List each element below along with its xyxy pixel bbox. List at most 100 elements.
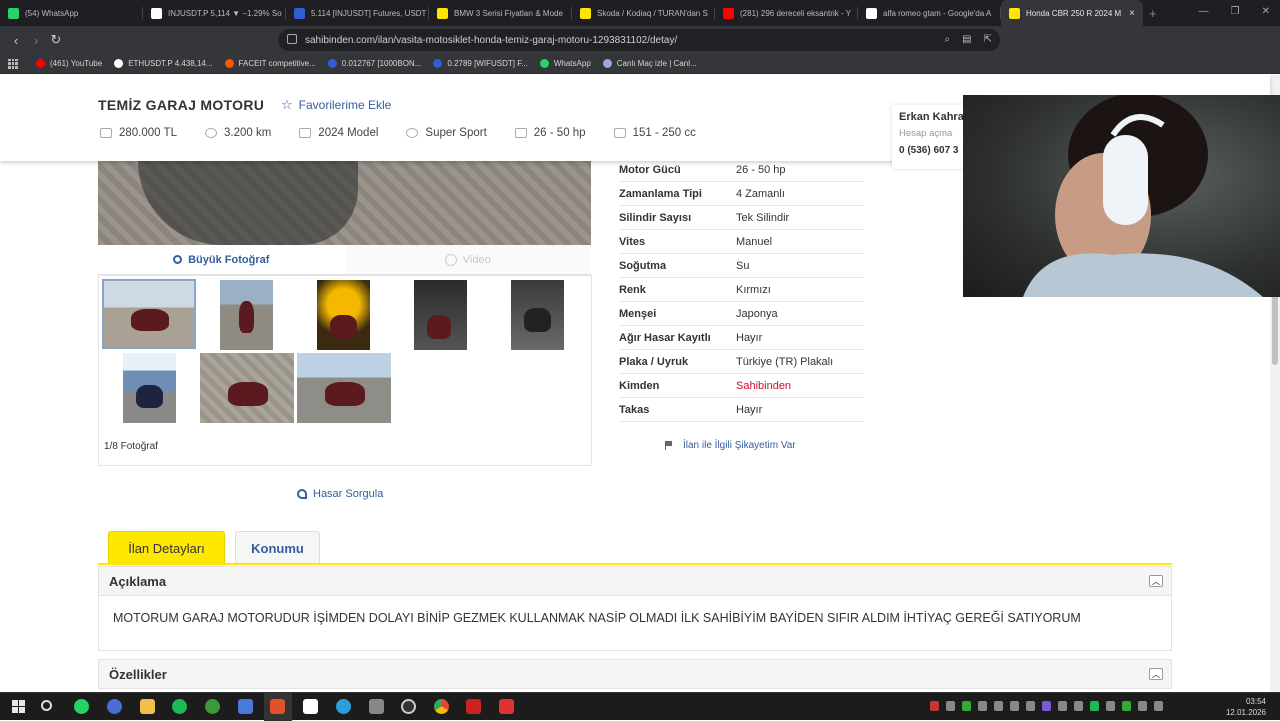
spotify-icon[interactable]	[172, 699, 187, 714]
play-icon	[444, 253, 457, 266]
detail-key: Motor Gücü	[619, 163, 681, 176]
close-window-icon[interactable]: ✕	[1262, 6, 1270, 17]
thumbnail-2[interactable]	[220, 280, 273, 350]
tray-icon[interactable]	[946, 701, 955, 711]
chrome-profile-icon[interactable]	[107, 699, 122, 714]
back-icon[interactable]: ‹	[6, 33, 26, 48]
system-clock[interactable]: 03:54 12.01.2026	[1226, 696, 1266, 718]
thumbnail-8[interactable]	[297, 353, 391, 423]
new-tab-button[interactable]: +	[1149, 6, 1157, 21]
seller-subtitle: Hesap açma	[899, 128, 953, 139]
brave-icon[interactable]	[270, 699, 285, 714]
tab-favicon-icon	[1009, 7, 1020, 19]
tradingview-icon[interactable]	[303, 699, 318, 714]
tray-icon[interactable]	[1026, 701, 1035, 711]
add-favorite-button[interactable]: ☆ Favorilerime Ekle	[281, 97, 391, 113]
main-photo[interactable]	[98, 161, 591, 245]
thumbnail-1[interactable]	[102, 279, 196, 349]
bookmark-item[interactable]: 0.2789 [WIFUSDT] F...	[433, 59, 528, 68]
bookmark-item[interactable]: FACEIT competitive...	[224, 59, 316, 68]
share-icon[interactable]: ⇱	[984, 34, 992, 45]
chrome-icon[interactable]	[434, 699, 449, 714]
tray-icon[interactable]	[1090, 701, 1099, 711]
bookmark-item[interactable]: 0.012767 [1000BON...	[327, 59, 421, 68]
browser-tab[interactable]: INJUSDT.P 5,114 ▼ −1.29% So	[143, 0, 285, 26]
page-content: Büyük Fotoğraf Video 1/8 Fotoğraf Hasar …	[0, 75, 1280, 692]
bookmark-item[interactable]: ETHUSDT.P 4.438,14...	[114, 59, 213, 68]
big-photo-label: Büyük Fotoğraf	[188, 253, 270, 266]
whatsapp-icon[interactable]	[74, 699, 89, 714]
big-photo-button[interactable]: Büyük Fotoğraf	[98, 245, 345, 275]
start-icon[interactable]	[12, 700, 25, 713]
detail-key: Kimden	[619, 379, 660, 392]
tab-listing-details[interactable]: İlan Detayları	[108, 531, 225, 564]
maximize-icon[interactable]: ❐	[1231, 6, 1240, 17]
browser-tab[interactable]: Honda CBR 250 R 2024 M ×	[1001, 0, 1143, 26]
bookmark-item[interactable]: (461) YouTube	[36, 59, 102, 68]
tray-icon[interactable]	[1106, 701, 1115, 711]
thumbnail-7[interactable]	[200, 353, 294, 423]
bookmark-favicon-icon	[114, 59, 124, 68]
recorder-icon[interactable]	[499, 699, 514, 714]
network-icon[interactable]	[1138, 701, 1147, 711]
spec-value: 151 - 250 cc	[632, 127, 696, 139]
close-tab-icon[interactable]: ×	[1129, 8, 1135, 19]
thumbnail-3[interactable]	[317, 280, 370, 350]
video-button: Video	[344, 245, 591, 275]
bookmark-item[interactable]: WhatsApp	[539, 59, 591, 68]
bookmark-item[interactable]: Canlı Maç izle | Canl...	[602, 59, 697, 68]
complaint-link[interactable]: İlan ile İlgili Şikayetim Var	[665, 440, 796, 451]
detail-key: Zamanlama Tipi	[619, 187, 702, 200]
tab-title: (281) 296 dereceli eksantrik - Y	[740, 8, 852, 18]
browser-tab[interactable]: (281) 296 dereceli eksantrik - Y	[715, 0, 857, 26]
spec-item: 2024 Model	[299, 127, 378, 139]
tray-icon[interactable]	[994, 701, 1003, 711]
thumbnail-4[interactable]	[414, 280, 467, 350]
reload-icon[interactable]: ↻	[46, 32, 66, 48]
browser-tab[interactable]: Skoda / Kodiaq / TURAN'dan S	[572, 0, 714, 26]
tray-icon[interactable]	[1074, 701, 1083, 711]
volume-icon[interactable]	[1154, 701, 1163, 711]
tray-icon[interactable]	[962, 701, 971, 711]
calculator-icon[interactable]	[369, 699, 384, 714]
power-icon	[514, 128, 527, 138]
site-info-icon[interactable]	[287, 34, 297, 44]
zoom-icon[interactable]: ⌕	[945, 34, 951, 45]
voicemeeter-icon[interactable]	[466, 699, 481, 714]
minimize-icon[interactable]: —	[1199, 6, 1209, 17]
url-field[interactable]: sahibinden.com/ilan/vasita-motosiklet-ho…	[278, 29, 1000, 51]
gauge-icon[interactable]	[401, 699, 416, 714]
spec-value: Super Sport	[425, 127, 487, 139]
tray-icon[interactable]	[930, 701, 939, 711]
thumbnail-5[interactable]	[511, 280, 564, 350]
browser-tab[interactable]: (54) WhatsApp	[0, 0, 142, 26]
detail-row: Zamanlama Tipi 4 Zamanlı	[619, 182, 864, 206]
damage-query-link[interactable]: Hasar Sorgula	[297, 488, 383, 500]
window-controls: — ❐ ✕	[1199, 6, 1270, 17]
collapse-icon[interactable]: ︿	[1149, 575, 1163, 587]
features-header[interactable]: Özellikler ︿	[98, 659, 1172, 689]
reader-icon[interactable]: ▤	[962, 34, 971, 45]
collapse-icon[interactable]: ︿	[1149, 668, 1163, 680]
thumbnail-6[interactable]	[123, 353, 176, 423]
detail-value: Hayır	[736, 331, 763, 344]
tab-location[interactable]: Konumu	[235, 531, 320, 564]
tray-icon[interactable]	[1122, 701, 1131, 711]
browser-tab[interactable]: 5.114 [INJUSDT] Futures, USDT	[286, 0, 428, 26]
seller-name[interactable]: Erkan Kahra	[899, 111, 964, 123]
browser-tab[interactable]: BMW 3 Serisi Fiyatları & Mode	[429, 0, 571, 26]
tray-icon[interactable]	[978, 701, 987, 711]
tray-icon[interactable]	[1058, 701, 1067, 711]
tray-icon[interactable]	[1042, 701, 1051, 711]
xbox-icon[interactable]	[205, 699, 220, 714]
monitor-icon[interactable]	[238, 699, 253, 714]
tray-icon[interactable]	[1010, 701, 1019, 711]
folder-icon[interactable]	[140, 699, 155, 714]
forward-icon[interactable]: ›	[26, 33, 46, 48]
search-icon[interactable]	[41, 700, 52, 711]
address-bar: ‹ › ↻ sahibinden.com/ilan/vasita-motosik…	[0, 26, 1280, 74]
apps-grid-icon[interactable]	[8, 58, 18, 69]
browser-tab[interactable]: alfa romeo gtam - Google'da A	[858, 0, 1000, 26]
description-header[interactable]: Açıklama ︿	[98, 566, 1172, 596]
telegram-icon[interactable]	[336, 699, 351, 714]
